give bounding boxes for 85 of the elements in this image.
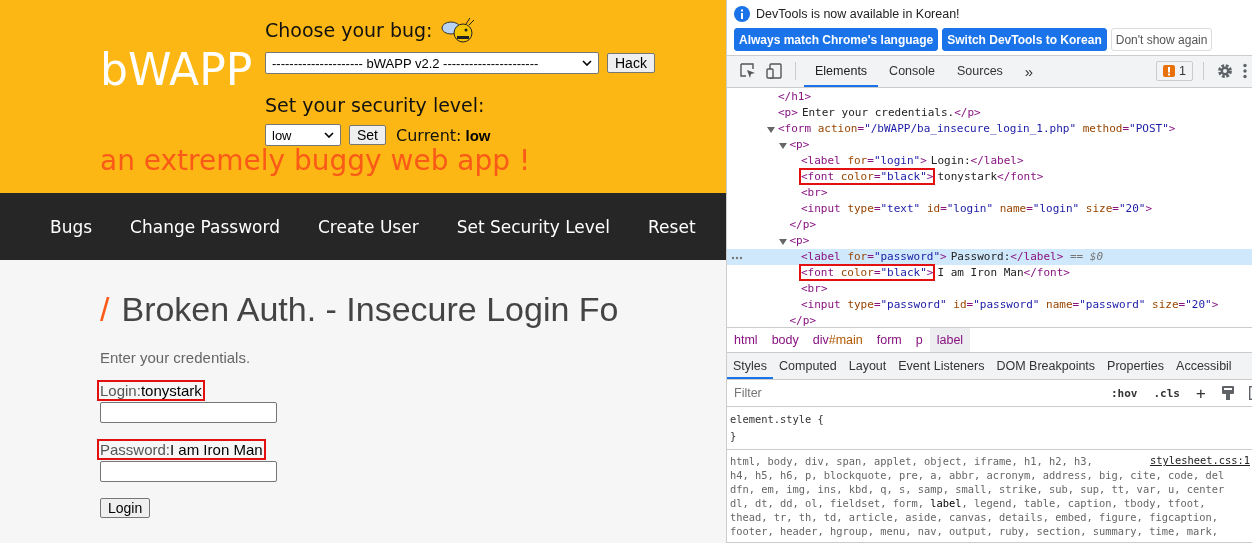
dom-node[interactable]: <form action="/bWAPP/ba_insecure_login_1.php" method="POST"> — [727, 120, 1252, 137]
styles-tab[interactable]: Properties — [1101, 353, 1171, 380]
breadcrumb[interactable]: label — [929, 328, 971, 353]
field-value: I am Iron Man — [170, 441, 263, 458]
dom-node[interactable]: </h1> — [727, 88, 1252, 105]
nav-link[interactable]: Bugs — [50, 216, 93, 237]
field-label: Password: — [100, 441, 171, 458]
nav-link[interactable]: Set Security Level — [456, 216, 611, 237]
code-line: element.style { — [730, 412, 825, 427]
brush-icon — [1220, 385, 1235, 402]
nav-link[interactable]: Change Password — [130, 216, 280, 237]
selector-line: footer, header, hgroup, menu, nav, output, ruby, section, summary, time, mark, — [730, 524, 1219, 538]
info-icon — [734, 6, 750, 22]
styles-tab[interactable]: DOM Breakpoints — [990, 353, 1102, 380]
dom-node[interactable]: <font color="black"> tonystark</font> — [727, 168, 1252, 185]
infobar-button[interactable]: Always match Chrome's language — [734, 28, 939, 51]
breadcrumb[interactable]: html — [727, 328, 765, 353]
tagline: an extremely buggy web app ! — [100, 144, 532, 177]
nav-link[interactable]: Reset — [648, 216, 696, 237]
device-icon — [766, 63, 782, 80]
dom-node[interactable]: <p> — [727, 232, 1252, 249]
page-title: Broken Auth. - Insecure Login Fo — [121, 290, 619, 329]
text-field[interactable] — [100, 461, 277, 482]
issues-button[interactable]: 1 — [1156, 61, 1193, 82]
infobar-button[interactable]: Don't show again — [1110, 28, 1213, 51]
settings-icon — [1217, 63, 1233, 80]
selector-line: html, body, div, span, applet, object, iframe, h1, h2, h3, — [730, 454, 1093, 468]
chevron-icon — [582, 60, 592, 66]
selector-line: h4, h5, h6, p, blockquote, pre, a, abbr, acronym, address, big, cite, code, del — [730, 468, 1226, 482]
dom-node[interactable]: </p> — [727, 216, 1252, 233]
kebab-menu-icon — [1243, 63, 1247, 80]
logo-text: bWAPP — [100, 43, 253, 97]
dom-node[interactable]: <label for="login"> Login:</label> — [727, 152, 1252, 169]
bee-icon — [440, 16, 475, 44]
nav-link[interactable]: Create User — [318, 216, 419, 237]
security-select[interactable]: low — [265, 124, 341, 146]
selector-line: dfn, em, img, ins, kbd, q, s, samp, small, strike, sub, sup, tt, var, u, center — [730, 482, 1226, 496]
panel-tab[interactable]: Sources — [946, 55, 1014, 87]
code-line: } — [730, 429, 738, 444]
bug-label: Choose your bug: — [265, 19, 433, 41]
breadcrumb[interactable]: div#main — [805, 328, 870, 353]
hov-button[interactable]: :hov — [1105, 386, 1144, 400]
hack-button[interactable]: Hack — [607, 53, 655, 73]
source-link[interactable]: stylesheet.css:1 — [1149, 454, 1250, 468]
selector-line: dl, dt, dd, ol, fieldset, form, label, legend, table, caption, tbody, tfoot, — [730, 496, 1207, 510]
more-tabs-button[interactable]: » — [1013, 55, 1045, 87]
styles-tab[interactable]: Layout — [842, 353, 893, 380]
dom-node[interactable]: <label for="password"> Password:</label> == $0 — [727, 248, 1252, 265]
field-label: Login: — [100, 382, 141, 399]
bug-select[interactable]: --------------------- bWAPP v2.2 ---------------------- — [265, 52, 599, 74]
selector-line: thead, tr, th, td, article, aside, canvas, details, embed, figure, figcaption, — [730, 510, 1219, 524]
dom-node[interactable]: <br> — [727, 184, 1252, 201]
set-button[interactable]: Set — [349, 125, 386, 145]
styles-tab[interactable]: Styles — [727, 353, 774, 380]
security-label: Set your security level: — [265, 94, 485, 116]
warning-icon — [1163, 65, 1176, 78]
field-value: tonystark — [140, 382, 202, 399]
styles-tab[interactable]: Computed — [773, 353, 843, 380]
dom-node[interactable]: </p> — [727, 312, 1252, 328]
add-rule-button[interactable]: + — [1190, 383, 1212, 403]
current-label: Current: — [396, 125, 462, 145]
cursor-icon — [740, 63, 756, 80]
styles-tab[interactable]: Event Listeners — [892, 353, 991, 380]
breadcrumb[interactable]: p — [908, 328, 930, 353]
title-slash: / — [100, 290, 110, 329]
dom-node[interactable]: <input type="text" id="login" name="login" size="20"> — [727, 200, 1252, 217]
infobar-button[interactable]: Switch DevTools to Korean — [942, 28, 1107, 51]
chevron-icon — [324, 132, 334, 138]
styles-tab[interactable]: Accessibil — [1170, 353, 1238, 380]
dots-icon — [731, 255, 743, 260]
panel-tab[interactable]: Elements — [804, 55, 879, 87]
info-message: DevTools is now available in Korean! — [756, 7, 960, 21]
login-button[interactable]: Login — [100, 498, 151, 518]
breadcrumb[interactable]: body — [764, 328, 806, 353]
dom-node[interactable]: <p> — [727, 136, 1252, 153]
current-level: low — [465, 126, 491, 144]
breadcrumb[interactable]: form — [869, 328, 909, 353]
cls-button[interactable]: .cls — [1147, 386, 1186, 400]
dom-node[interactable]: <br> — [727, 280, 1252, 297]
intro-text: Enter your credentials. — [100, 349, 252, 366]
dom-node[interactable]: <font color="black"> I am Iron Man</font> — [727, 264, 1252, 281]
dom-node[interactable]: <input type="password" id="password" name="password" size="20"> — [727, 296, 1252, 313]
text-field[interactable] — [100, 402, 277, 423]
dom-node[interactable]: <p> Enter your credentials.</p> — [727, 104, 1252, 121]
panel-tab[interactable]: Console — [878, 55, 946, 87]
